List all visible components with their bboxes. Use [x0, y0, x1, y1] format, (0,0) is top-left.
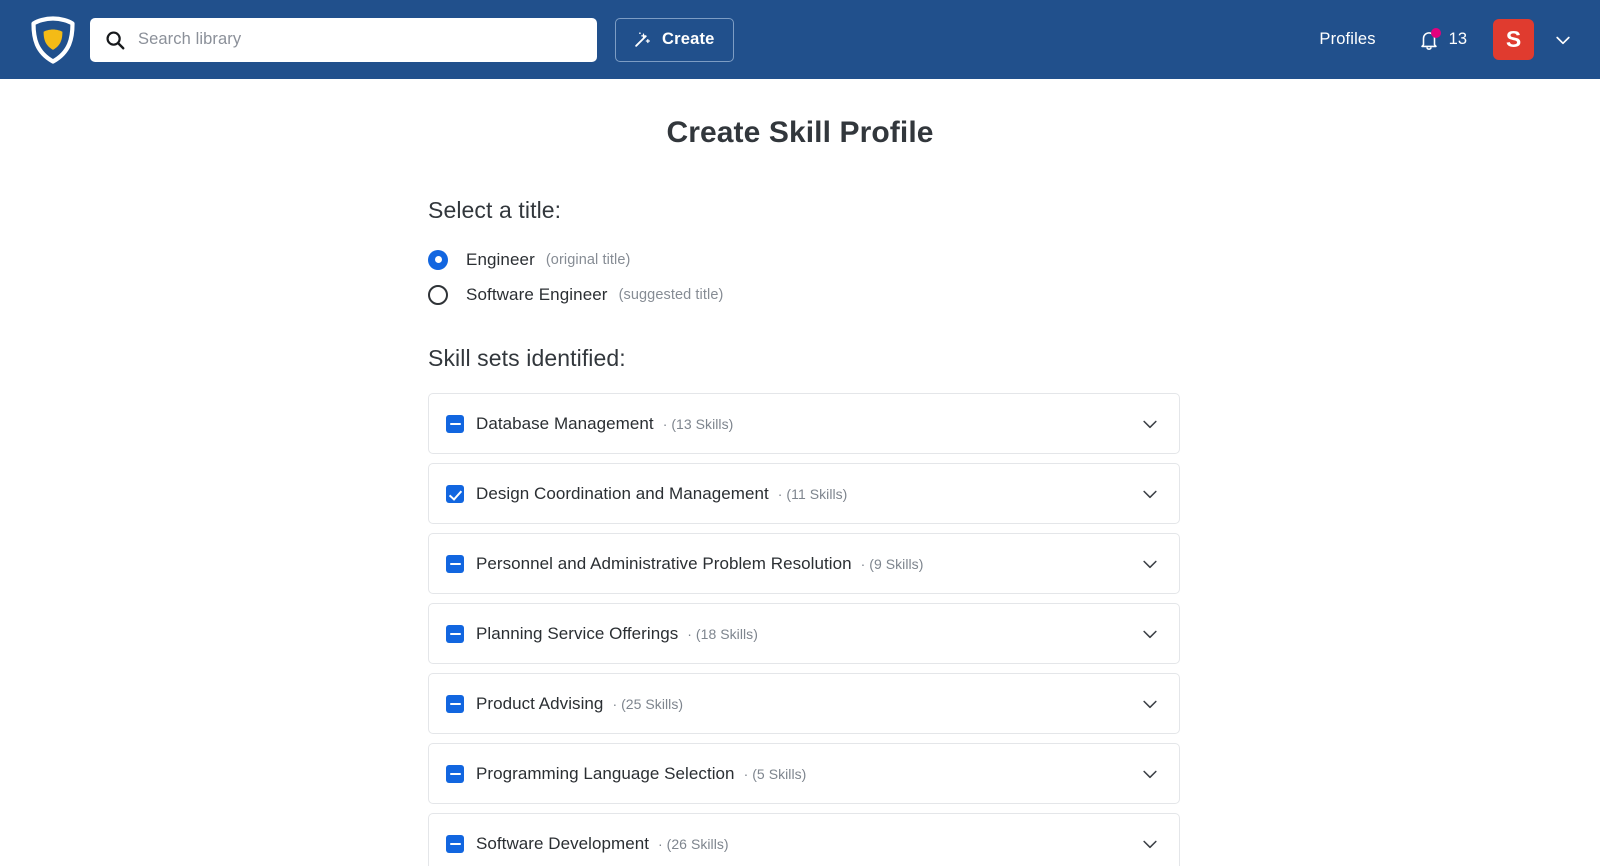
chevron-down-icon — [1143, 630, 1157, 638]
expand-toggle[interactable] — [1139, 833, 1161, 855]
search-bar[interactable] — [90, 17, 597, 62]
avatar[interactable]: S — [1493, 19, 1534, 60]
skillset-skill-count: · (11 Skills) — [777, 485, 848, 502]
chevron-down-icon — [1143, 490, 1157, 498]
skillset-skill-count: · (5 Skills) — [743, 765, 807, 782]
radio-note: (suggested title) — [618, 286, 724, 303]
radio-note: (original title) — [545, 251, 631, 268]
radio-label: Software Engineer — [466, 284, 608, 304]
search-input[interactable] — [138, 30, 583, 49]
radio-label: Engineer — [466, 249, 535, 269]
chevron-down-icon — [1556, 36, 1570, 44]
skillset-card[interactable]: Personnel and Administrative Problem Res… — [428, 533, 1180, 594]
chevron-down-icon — [1143, 840, 1157, 848]
checkbox-indeterminate[interactable] — [446, 694, 464, 713]
checkbox-indeterminate[interactable] — [446, 414, 464, 433]
checkbox-indeterminate[interactable] — [446, 764, 464, 783]
magic-wand-icon — [635, 31, 650, 47]
skillset-skill-count: · (25 Skills) — [612, 695, 684, 712]
checkbox-indeterminate[interactable] — [446, 834, 464, 853]
expand-toggle[interactable] — [1139, 693, 1161, 715]
bell-icon-wrapper — [1418, 27, 1441, 52]
chevron-down-icon — [1143, 560, 1157, 568]
skillset-card[interactable]: Product Advising · (25 Skills) — [428, 673, 1180, 734]
checkbox-indeterminate[interactable] — [446, 554, 464, 573]
page-title: Create Skill Profile — [666, 116, 934, 149]
notification-count: 13 — [1448, 30, 1467, 48]
profiles-link[interactable]: Profiles — [1319, 30, 1375, 49]
skillset-card[interactable]: Design Coordination and Management · (11… — [428, 463, 1180, 524]
title-radio-group: Engineer (original title) Software Engin… — [428, 242, 1180, 312]
expand-toggle[interactable] — [1139, 483, 1161, 505]
shield-logo-icon[interactable] — [30, 15, 76, 64]
chevron-down-icon — [1143, 420, 1157, 428]
select-title-label: Select a title: — [428, 197, 562, 223]
checkbox-indeterminate[interactable] — [446, 624, 464, 643]
skillset-title: Software Development — [476, 833, 649, 853]
radio-indicator-unselected[interactable] — [428, 284, 448, 305]
skillset-title: Personnel and Administrative Problem Res… — [476, 553, 852, 573]
expand-toggle[interactable] — [1139, 413, 1161, 435]
skillset-title: Product Advising — [476, 693, 604, 713]
radio-option-software-engineer[interactable]: Software Engineer (suggested title) — [428, 277, 1180, 312]
create-button[interactable]: Create — [615, 17, 734, 62]
skillset-card[interactable]: Programming Language Selection · (5 Skil… — [428, 743, 1180, 804]
skillset-title: Database Management — [476, 413, 654, 433]
skillset-card[interactable]: Software Development · (26 Skills) — [428, 813, 1180, 866]
skillsets-label: Skill sets identified: — [428, 345, 626, 371]
skillset-skill-count: · (26 Skills) — [657, 835, 729, 852]
expand-toggle[interactable] — [1139, 763, 1161, 785]
notifications-button[interactable]: 13 — [1418, 27, 1467, 52]
skillset-skill-count: · (13 Skills) — [662, 415, 734, 432]
skillset-title: Planning Service Offerings — [476, 623, 679, 643]
main-content: Create Skill Profile Select a title: Eng… — [0, 79, 1600, 866]
search-icon — [106, 30, 125, 49]
expand-toggle[interactable] — [1139, 623, 1161, 645]
checkbox-checked[interactable] — [446, 484, 464, 503]
header-right-group: Profiles 13 S — [1319, 19, 1574, 60]
skillset-card[interactable]: Database Management · (13 Skills) — [428, 393, 1180, 454]
radio-option-engineer[interactable]: Engineer (original title) — [428, 242, 1180, 277]
chevron-down-icon — [1143, 770, 1157, 778]
skillset-skill-count: · (9 Skills) — [860, 555, 924, 572]
skillset-card[interactable]: Planning Service Offerings · (18 Skills) — [428, 603, 1180, 664]
radio-indicator-selected[interactable] — [428, 249, 448, 270]
skillset-skill-count: · (18 Skills) — [687, 625, 758, 642]
create-button-label: Create — [662, 30, 715, 48]
skillset-card-list: Database Management · (13 Skills) Design… — [428, 393, 1180, 866]
notification-badge-dot — [1430, 27, 1441, 38]
form-container: Select a title: Engineer (original title… — [420, 197, 1180, 866]
skillset-title: Programming Language Selection — [476, 763, 735, 783]
skillset-title: Design Coordination and Management — [476, 483, 769, 503]
app-header: Create Profiles 13 S — [0, 0, 1600, 79]
account-menu-button[interactable] — [1552, 29, 1574, 51]
expand-toggle[interactable] — [1139, 553, 1161, 575]
chevron-down-icon — [1143, 700, 1157, 708]
